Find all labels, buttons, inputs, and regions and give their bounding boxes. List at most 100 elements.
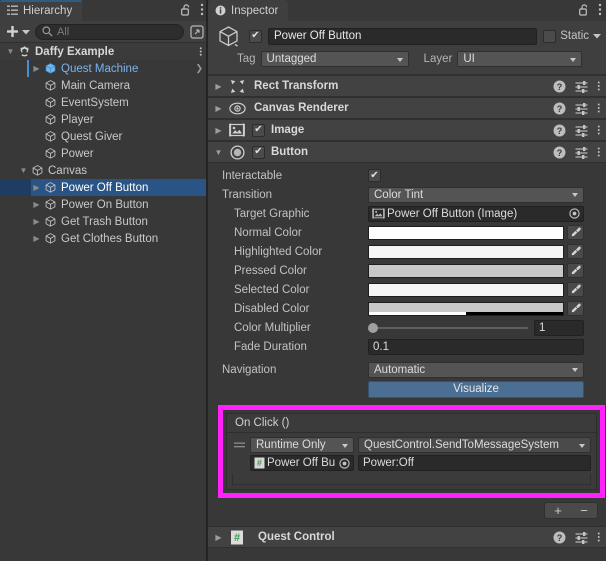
interactable-checkbox[interactable]: ✔ [368, 169, 381, 182]
foldout-arrow-icon[interactable]: ▶ [30, 217, 43, 226]
eyedropper-icon[interactable] [567, 225, 584, 240]
hierarchy-item-power-on-button[interactable]: ▶ Power On Button [0, 196, 208, 213]
color-swatch[interactable] [368, 301, 564, 316]
eyedropper-icon[interactable] [567, 244, 584, 259]
foldout-arrow-icon: ▶ [30, 132, 43, 141]
gameobject-cube-icon [43, 147, 58, 160]
hierarchy-item-power-off-button[interactable]: ▶ Power Off Button [0, 179, 208, 196]
foldout-arrow-icon[interactable]: ▶ [30, 234, 43, 243]
hierarchy-item-get-clothes-button[interactable]: ▶ Get Clothes Button [0, 230, 208, 247]
help-icon[interactable]: ? [553, 531, 566, 544]
component-header-rect-transform[interactable]: ▶ Rect Transform ? [208, 75, 606, 97]
hierarchy-item-daffy-example[interactable]: ▼ Daffy Example [0, 43, 208, 60]
foldout-arrow-icon[interactable]: ▶ [211, 104, 226, 113]
component-header-canvas-renderer[interactable]: ▶ Canvas Renderer ? [208, 97, 606, 119]
foldout-arrow-icon[interactable]: ▶ [211, 126, 226, 135]
on-click-argument-field[interactable]: Power:Off [358, 455, 591, 471]
gameobject-enabled-checkbox[interactable]: ✔ [249, 29, 262, 43]
eyedropper-icon[interactable] [567, 263, 584, 278]
component-actions: ? [553, 76, 601, 96]
add-event-button[interactable]: + [545, 503, 571, 518]
search-input[interactable]: All [35, 23, 184, 40]
preset-icon[interactable] [575, 124, 588, 137]
kebab-menu-icon[interactable] [597, 124, 601, 136]
help-icon[interactable]: ? [553, 102, 566, 115]
help-icon[interactable]: ? [553, 146, 566, 159]
preset-icon[interactable] [575, 531, 588, 544]
visualize-button[interactable]: Visualize [368, 380, 584, 398]
lock-open-icon[interactable] [181, 3, 192, 16]
property-label: Selected Color [234, 283, 310, 296]
color-multiplier-slider[interactable] [368, 321, 528, 335]
preset-icon[interactable] [575, 80, 588, 93]
hierarchy-item-main-camera[interactable]: ▶ Main Camera [0, 77, 208, 94]
color-multiplier-field[interactable]: 1 [534, 319, 584, 336]
hierarchy-tree[interactable]: ▼ Daffy Example▶ Quest Machine❯▶ Main Ca… [0, 43, 208, 561]
kebab-menu-icon[interactable] [598, 3, 602, 16]
help-icon[interactable]: ? [553, 80, 566, 93]
remove-event-button[interactable]: − [571, 503, 597, 518]
fade-duration-field[interactable]: 0.1 [368, 338, 584, 355]
button-enabled-checkbox[interactable]: ✔ [252, 145, 265, 159]
eyedropper-icon[interactable] [567, 301, 584, 316]
foldout-arrow-icon[interactable]: ▼ [211, 148, 226, 157]
hierarchy-item-get-trash-button[interactable]: ▶ Get Trash Button [0, 213, 208, 230]
drag-handle-icon[interactable] [232, 441, 246, 449]
foldout-arrow-icon[interactable]: ▶ [211, 533, 226, 542]
object-picker-icon[interactable] [566, 207, 582, 221]
kebab-menu-icon[interactable] [199, 43, 203, 60]
preset-icon[interactable] [575, 146, 588, 159]
hierarchy-item-player[interactable]: ▶ Player [0, 111, 208, 128]
component-header-quest-control[interactable]: ▶ # Quest Control ? [208, 526, 606, 548]
hierarchy-item-quest-giver[interactable]: ▶ Quest Giver [0, 128, 208, 145]
eyedropper-icon[interactable] [567, 282, 584, 297]
tab-hierarchy[interactable]: Hierarchy [0, 0, 83, 21]
hierarchy-item-canvas[interactable]: ▼ Canvas [0, 162, 208, 179]
target-graphic-objectfield[interactable]: Power Off Button (Image) [368, 205, 584, 222]
image-enabled-checkbox[interactable]: ✔ [252, 123, 265, 137]
foldout-arrow-icon: ▶ [30, 149, 43, 158]
chevron-down-icon[interactable] [593, 33, 601, 39]
hierarchy-item-power[interactable]: ▶ Power [0, 145, 208, 162]
navigation-dropdown[interactable]: Automatic [368, 361, 584, 378]
kebab-menu-icon[interactable] [597, 102, 601, 114]
color-swatch[interactable] [368, 225, 564, 240]
tag-dropdown[interactable]: Untagged [260, 51, 409, 67]
object-picker-icon[interactable] [336, 456, 352, 470]
gameobject-name-field[interactable]: Power Off Button [268, 27, 538, 45]
hierarchy-item-eventsystem[interactable]: ▶ EventSystem [0, 94, 208, 111]
static-checkbox[interactable] [543, 29, 557, 43]
property-highlighted-color: Highlighted Color [208, 242, 606, 261]
create-gameobject-button[interactable] [4, 25, 32, 38]
foldout-arrow-icon[interactable]: ▶ [30, 64, 43, 73]
color-swatch[interactable] [368, 244, 564, 259]
on-click-function-dropdown[interactable]: QuestControl.SendToMessageSystem [358, 437, 591, 453]
kebab-menu-icon[interactable] [597, 146, 601, 158]
transition-dropdown[interactable]: Color Tint [368, 186, 584, 203]
color-swatch[interactable] [368, 263, 564, 278]
layer-dropdown[interactable]: UI [457, 51, 583, 67]
component-header-image[interactable]: ▶ ✔ Image ? [208, 119, 606, 141]
hierarchy-item-quest-machine[interactable]: ▶ Quest Machine ❯ [0, 60, 208, 77]
color-swatch[interactable] [368, 282, 564, 297]
foldout-arrow-icon[interactable]: ▼ [4, 47, 17, 56]
lock-open-icon[interactable] [579, 3, 590, 16]
foldout-arrow-icon[interactable]: ▶ [30, 200, 43, 209]
foldout-arrow-icon[interactable]: ▶ [211, 82, 226, 91]
component-header-button[interactable]: ▼ ✔ Button ? [208, 141, 606, 163]
kebab-menu-icon[interactable] [597, 531, 601, 543]
preset-icon[interactable] [575, 102, 588, 115]
hierarchy-panel: Hierarchy All ▼ Daffy Example ▶ Quest Ma… [0, 0, 208, 561]
prefab-open-chevron-icon[interactable]: ❯ [195, 60, 203, 77]
foldout-arrow-icon[interactable]: ▶ [30, 183, 43, 192]
kebab-menu-icon[interactable] [597, 80, 601, 92]
gameobject-cube-icon [43, 79, 58, 92]
open-in-new-icon[interactable] [187, 24, 204, 39]
help-icon[interactable]: ? [553, 124, 566, 137]
tab-inspector[interactable]: Inspector [208, 0, 289, 21]
on-click-mode-dropdown[interactable]: Runtime Only [250, 437, 354, 453]
on-click-target-objectfield[interactable]: # Power Off Bu [250, 455, 354, 471]
foldout-arrow-icon[interactable]: ▼ [17, 166, 30, 175]
kebab-menu-icon[interactable] [200, 3, 204, 16]
component-title: Canvas Renderer [254, 102, 349, 114]
